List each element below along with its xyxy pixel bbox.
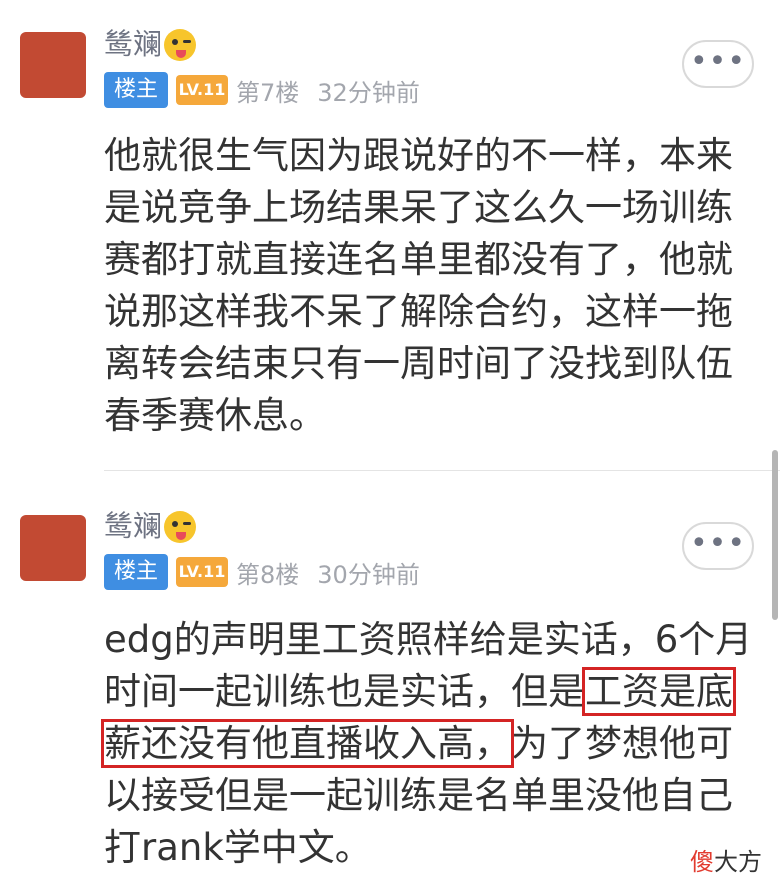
scrollbar[interactable] [772,450,778,620]
content-line: 离转会结束只有一周时间了没找到队伍 [104,342,733,385]
watermark-mark: 傻 [690,848,714,876]
post-time: 32分钟前 [317,78,420,107]
watermark-text: 大方 [714,848,762,876]
username-text: 鸶斓 [104,509,163,543]
more-options-button[interactable]: ••• [682,40,754,88]
username[interactable]: 鸶斓 [104,27,197,61]
content-line: 薪还没有他直播收入高，为了梦想他可 [101,718,754,770]
tongue-wink-emoji-icon [164,29,197,61]
level-badge: LV.11 [176,557,228,587]
avatar[interactable] [20,32,86,98]
content-line: 他就很生气因为跟说好的不一样，本来 [104,134,733,177]
level-badge: LV.11 [176,75,228,105]
more-options-button[interactable]: ••• [682,522,754,570]
content-line: 打rank学中文。 [104,826,372,869]
avatar[interactable] [20,515,86,581]
tongue-wink-emoji-icon [164,511,197,543]
watermark: 傻大方 [690,842,762,877]
username-text: 鸶斓 [104,27,163,61]
content-line: 时间一起训练也是实话，但是工资是底 [104,666,754,718]
post-content: 他就很生气因为跟说好的不一样，本来 是说竞争上场结果呆了这么久一场训练 赛都打就… [104,130,754,442]
post-meta: 楼主 LV.11 第8楼 30分钟前 [104,554,420,590]
content-line: 是说竞争上场结果呆了这么久一场训练 [104,186,733,229]
highlighted-text: 薪还没有他直播收入高， [101,719,514,768]
floor-number: 第7楼 [236,78,300,107]
content-line: 以接受但是一起训练是名单里没他自己 [104,774,733,817]
more-dots-icon: ••• [689,44,747,79]
post-time: 30分钟前 [317,560,420,589]
owner-badge: 楼主 [104,72,168,108]
username[interactable]: 鸶斓 [104,509,197,543]
post-meta: 楼主 LV.11 第7楼 32分钟前 [104,72,420,108]
post-divider [104,470,780,471]
content-text: 时间一起训练也是实话，但是 [104,670,585,713]
content-line: 春季赛休息。 [104,394,326,437]
floor-number: 第8楼 [236,560,300,589]
content-line: edg的声明里工资照样给是实话，6个月 [104,618,753,661]
content-text: 为了梦想他可 [511,722,733,765]
post-content: edg的声明里工资照样给是实话，6个月 时间一起训练也是实话，但是工资是底 薪还… [101,614,754,874]
highlighted-text: 工资是底 [582,667,736,716]
more-dots-icon: ••• [689,526,747,561]
content-line: 说那这样我不呆了解除合约，这样一拖 [104,290,733,333]
content-line: 赛都打就直接连名单里都没有了，他就 [104,238,733,281]
owner-badge: 楼主 [104,554,168,590]
